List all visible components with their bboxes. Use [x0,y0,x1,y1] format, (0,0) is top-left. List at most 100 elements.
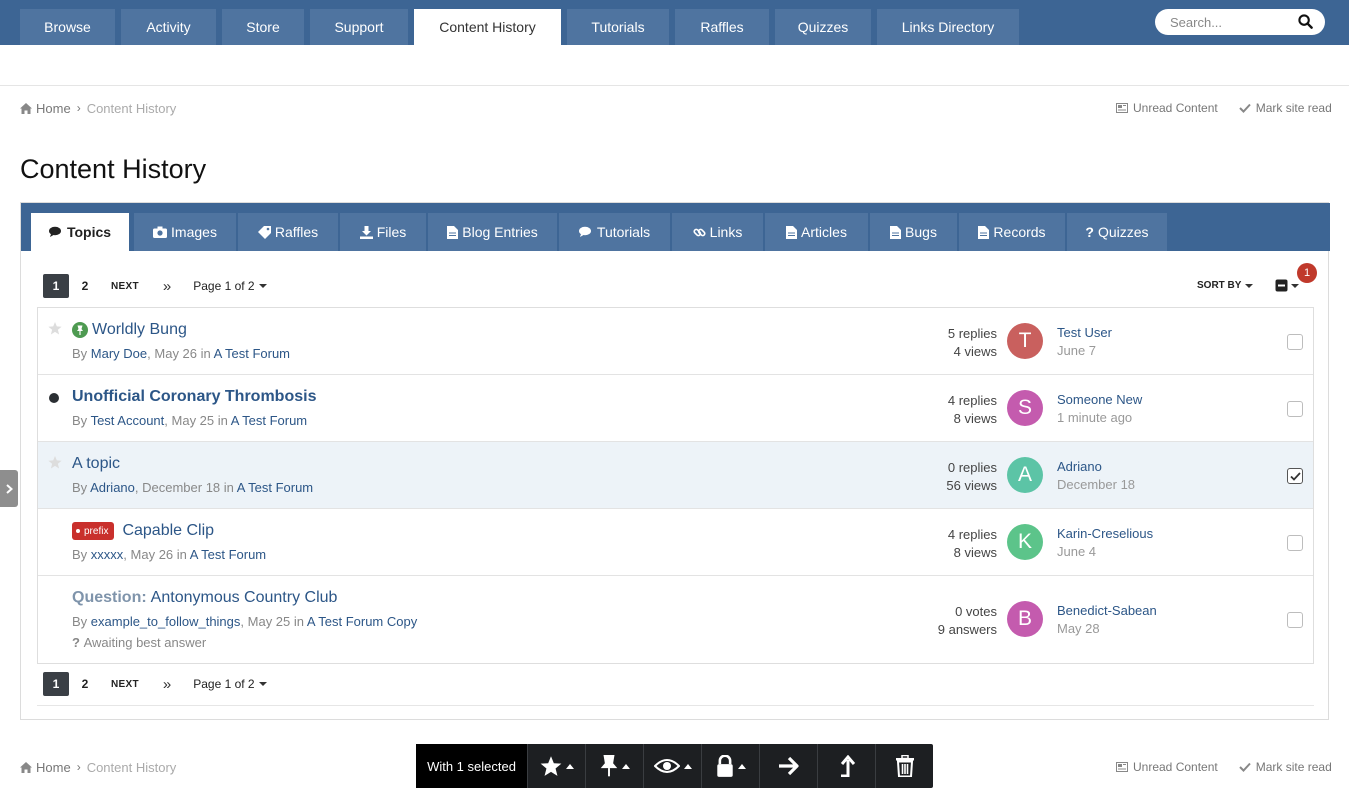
sort-by-dropdown[interactable]: SORT BY [1197,280,1254,291]
mark-site-read-link[interactable]: Mark site read [1239,760,1332,774]
tab-files[interactable]: Files [340,213,426,251]
nav-tab-quizzes[interactable]: Quizzes [775,9,871,45]
topic-forum-link[interactable]: A Test Forum [231,413,307,428]
last-poster-link[interactable]: Benedict-Sabean [1057,603,1157,618]
last-page-button[interactable]: » [163,676,171,693]
page-2-button[interactable]: 2 [72,274,98,298]
search-input[interactable] [1170,14,1288,30]
topic-author-link[interactable]: Test Account [91,413,165,428]
row-checkbox-checked[interactable] [1287,468,1303,484]
last-poster-link[interactable]: Someone New [1057,392,1142,407]
move-action-button[interactable] [759,744,817,788]
breadcrumb-home[interactable]: Home [20,760,71,775]
topic-author-link[interactable]: Adriano [90,480,135,495]
last-post-date[interactable]: June 7 [1057,343,1096,358]
feature-action-button[interactable] [527,744,585,788]
avatar[interactable]: K [1007,524,1043,560]
last-poster-link[interactable]: Test User [1057,325,1112,340]
topic-title[interactable]: A topic [72,455,120,473]
pin-action-button[interactable] [585,744,643,788]
visibility-action-button[interactable] [643,744,701,788]
page-jump-dropdown[interactable]: Page 1 of 2 [193,677,267,691]
nav-tab-raffles[interactable]: Raffles [675,9,769,45]
delete-action-button[interactable] [875,744,933,788]
tab-bugs[interactable]: Bugs [870,213,957,251]
search-box [1155,9,1325,35]
topic-forum-link[interactable]: A Test Forum Copy [307,614,417,629]
last-post-date[interactable]: May 28 [1057,621,1100,636]
next-page-button[interactable]: NEXT [111,281,139,292]
row-checkbox[interactable] [1287,401,1303,417]
sidebar-toggle[interactable] [0,470,18,507]
topic-title[interactable]: prefix Capable Clip [72,522,214,540]
unread-dot-icon[interactable] [49,393,59,403]
camera-icon [153,226,168,238]
last-post-date[interactable]: June 4 [1057,544,1096,559]
topic-author-link[interactable]: example_to_follow_things [91,614,241,629]
nav-tab-store[interactable]: Store [222,9,304,45]
avatar[interactable]: S [1007,390,1043,426]
page-2-button[interactable]: 2 [72,672,98,696]
topic-meta: By Mary Doe, May 26 in A Test Forum [72,346,290,361]
nav-tab-support[interactable]: Support [310,9,408,45]
crumb-actions: Unread Content Mark site read [1116,100,1332,116]
avatar[interactable]: T [1007,323,1043,359]
last-post-date[interactable]: December 18 [1057,477,1135,492]
last-post-date[interactable]: 1 minute ago [1057,410,1132,425]
topic-title[interactable]: Worldly Bung [72,321,187,339]
row-checkbox[interactable] [1287,612,1303,628]
mark-site-read-link[interactable]: Mark site read [1239,101,1332,115]
topic-author-link[interactable]: Mary Doe [91,346,147,361]
content-box: Topics Images Raffles Files Blog Entries… [20,202,1330,720]
tab-files-label: Files [376,224,407,240]
topic-prefix-tag[interactable]: prefix [72,522,115,540]
last-poster-link[interactable]: Adriano [1057,459,1102,474]
topic-title[interactable]: Unofficial Coronary Thrombosis [72,388,316,406]
unread-content-link[interactable]: Unread Content [1116,101,1218,115]
tab-quizzes[interactable]: ? Quizzes [1067,213,1167,251]
tab-articles[interactable]: Articles [765,213,868,251]
row-checkbox[interactable] [1287,535,1303,551]
nav-tab-browse[interactable]: Browse [20,9,115,45]
topic-forum-link[interactable]: A Test Forum [190,547,266,562]
nav-tab-links-directory[interactable]: Links Directory [877,9,1019,45]
avatar[interactable]: A [1007,457,1043,493]
lock-action-button[interactable] [701,744,759,788]
topic-author-link[interactable]: xxxxx [91,547,124,562]
tab-images[interactable]: Images [134,213,236,251]
page-of-label: Page 1 of 2 [193,677,255,691]
topic-title[interactable]: Question: Antonymous Country Club [72,589,337,607]
row-checkbox[interactable] [1287,334,1303,350]
search-icon[interactable] [1298,14,1313,29]
unread-content-label: Unread Content [1133,101,1218,115]
unread-content-link[interactable]: Unread Content [1116,760,1218,774]
multi-select-toggle[interactable] [1275,279,1299,292]
page-1-button[interactable]: 1 [43,274,69,298]
nav-tab-tutorials[interactable]: Tutorials [567,9,669,45]
document-icon [786,225,798,239]
page-1-button[interactable]: 1 [43,672,69,696]
avatar[interactable]: B [1007,601,1043,637]
topic-forum-link[interactable]: A Test Forum [237,480,313,495]
topic-forum-link[interactable]: A Test Forum [214,346,290,361]
tab-raffles[interactable]: Raffles [238,213,338,251]
nav-tab-activity[interactable]: Activity [121,9,216,45]
topic-date: May 25 [247,614,291,629]
topic-date: December 18 [142,480,221,495]
breadcrumb-home[interactable]: Home [20,101,71,116]
merge-action-button[interactable] [817,744,875,788]
newspaper-icon [1116,762,1128,772]
page-jump-dropdown[interactable]: Page 1 of 2 [193,279,267,293]
tab-tutorials[interactable]: Tutorials [559,213,670,251]
nav-tab-content-history[interactable]: Content History [414,9,561,45]
tab-records[interactable]: Records [959,213,1065,251]
link-icon [693,228,706,236]
meta-in: in [290,614,307,629]
next-page-button[interactable]: NEXT [111,679,139,690]
tab-topics[interactable]: Topics [31,213,129,251]
last-poster-link[interactable]: Karin-Creselious [1057,526,1153,541]
tab-blog-entries[interactable]: Blog Entries [428,213,557,251]
last-page-button[interactable]: » [163,278,171,295]
tab-links[interactable]: Links [672,213,763,251]
topic-list: Worldly Bung By Mary Doe, May 26 in A Te… [37,307,1314,664]
